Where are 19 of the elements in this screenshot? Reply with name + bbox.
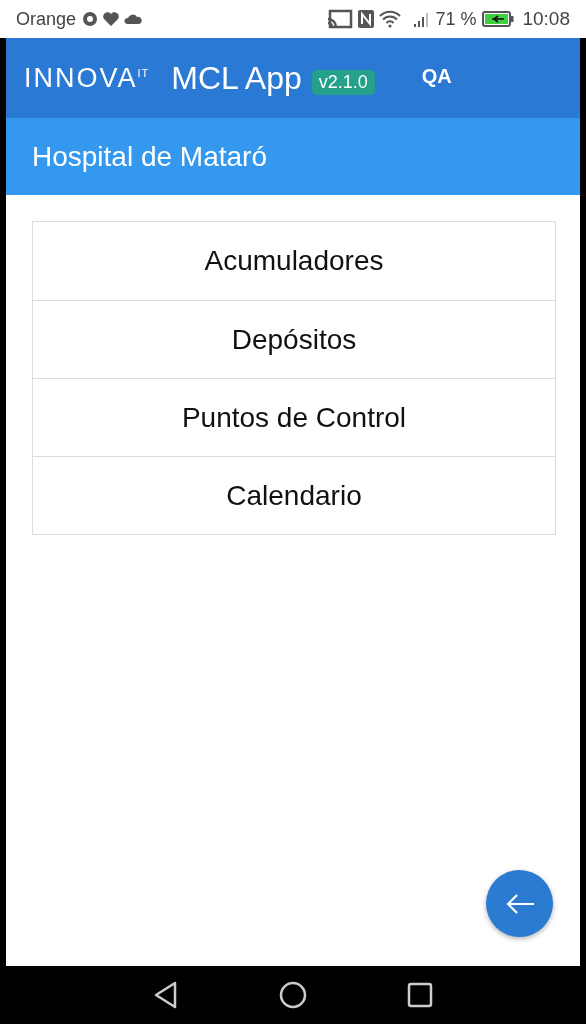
back-icon[interactable] bbox=[153, 981, 179, 1009]
clock-time: 10:08 bbox=[522, 8, 570, 30]
app-title: MCL App bbox=[171, 59, 302, 97]
home-icon[interactable] bbox=[279, 981, 307, 1009]
back-button[interactable] bbox=[486, 870, 553, 937]
carrier-name: Orange bbox=[16, 8, 77, 30]
battery-icon bbox=[482, 11, 515, 27]
hospital-title: Hospital de Mataró bbox=[32, 140, 267, 173]
version-badge: v2.1.0 bbox=[311, 69, 375, 95]
cloud-icon bbox=[124, 13, 143, 25]
back-arrow-icon bbox=[504, 892, 535, 915]
recents-icon[interactable] bbox=[407, 982, 433, 1008]
cast-icon bbox=[327, 9, 354, 29]
environment-label: QA bbox=[421, 64, 452, 88]
heart-icon bbox=[102, 11, 121, 27]
battery-percent: 71 % bbox=[435, 8, 477, 30]
logo: INNOVA$^{IT}$ bbox=[24, 62, 150, 94]
wifi-icon bbox=[379, 10, 402, 28]
nfc-icon bbox=[357, 9, 376, 29]
